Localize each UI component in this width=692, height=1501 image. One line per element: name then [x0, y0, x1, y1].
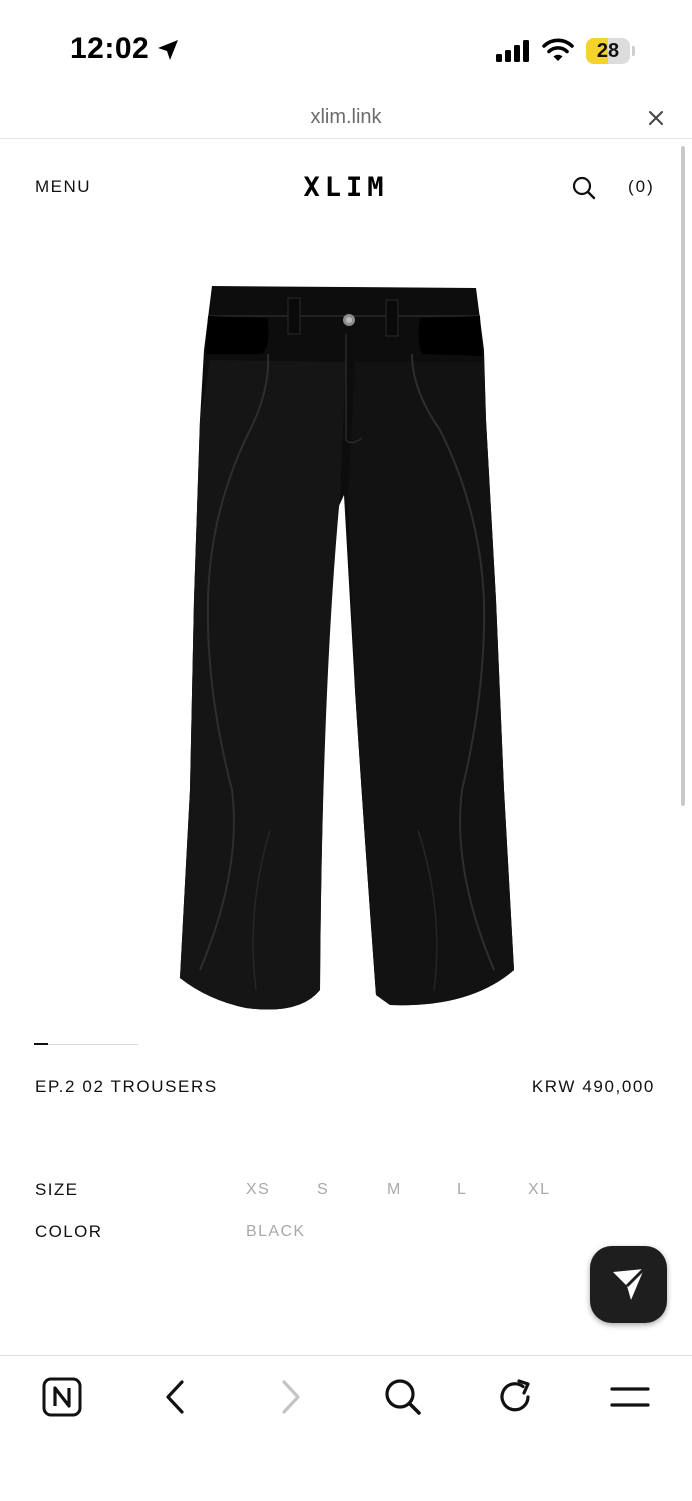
status-bar: 12:02 28 — [0, 0, 692, 100]
size-option-s[interactable]: S — [317, 1181, 329, 1199]
cellular-signal-icon — [496, 40, 529, 62]
page-scrollbar[interactable] — [681, 146, 685, 806]
wifi-icon — [542, 38, 574, 61]
size-option-xl[interactable]: XL — [528, 1181, 550, 1199]
send-icon — [613, 1267, 646, 1300]
location-arrow-icon — [158, 40, 178, 60]
url-bar[interactable]: xlim.link — [0, 100, 692, 139]
status-time: 12:02 — [70, 32, 150, 65]
carousel-track — [34, 1044, 138, 1045]
battery-level: 28 — [596, 40, 620, 62]
color-label: COLOR — [35, 1222, 103, 1241]
back-arrow-icon — [166, 1380, 184, 1414]
forward-button[interactable] — [260, 1376, 320, 1422]
close-icon[interactable] — [646, 108, 666, 128]
product-name: EP.2 02 TROUSERS — [35, 1077, 218, 1096]
reload-icon — [500, 1379, 530, 1412]
search-icon[interactable] — [571, 175, 597, 201]
send-button[interactable] — [590, 1246, 667, 1323]
size-option-m[interactable]: M — [387, 1181, 402, 1199]
menu-icon — [610, 1387, 650, 1407]
forward-arrow-icon — [282, 1380, 300, 1414]
product-price: KRW 490,000 — [531, 1077, 655, 1096]
battery-indicator: 28 — [586, 38, 630, 64]
reload-button[interactable] — [486, 1376, 546, 1422]
cart-count[interactable]: (0) — [628, 177, 655, 197]
browser-toolbar — [0, 1355, 692, 1501]
search-icon — [385, 1379, 421, 1415]
size-label: SIZE — [35, 1180, 79, 1199]
site-header: MENU XLIM (0) — [0, 150, 692, 230]
url-text[interactable]: xlim.link — [0, 106, 692, 129]
product-image[interactable] — [150, 270, 542, 1020]
toolbar-search-button[interactable] — [373, 1376, 433, 1422]
carousel-indicator-active — [34, 1043, 48, 1045]
n-logo-icon — [42, 1377, 82, 1417]
size-option-l[interactable]: L — [457, 1181, 467, 1199]
browser-menu-button[interactable] — [600, 1376, 660, 1422]
home-button[interactable] — [32, 1376, 92, 1422]
size-option-xs[interactable]: XS — [246, 1181, 270, 1199]
back-button[interactable] — [146, 1376, 206, 1422]
battery-cap — [632, 46, 635, 56]
color-option-black[interactable]: BLACK — [246, 1223, 305, 1241]
